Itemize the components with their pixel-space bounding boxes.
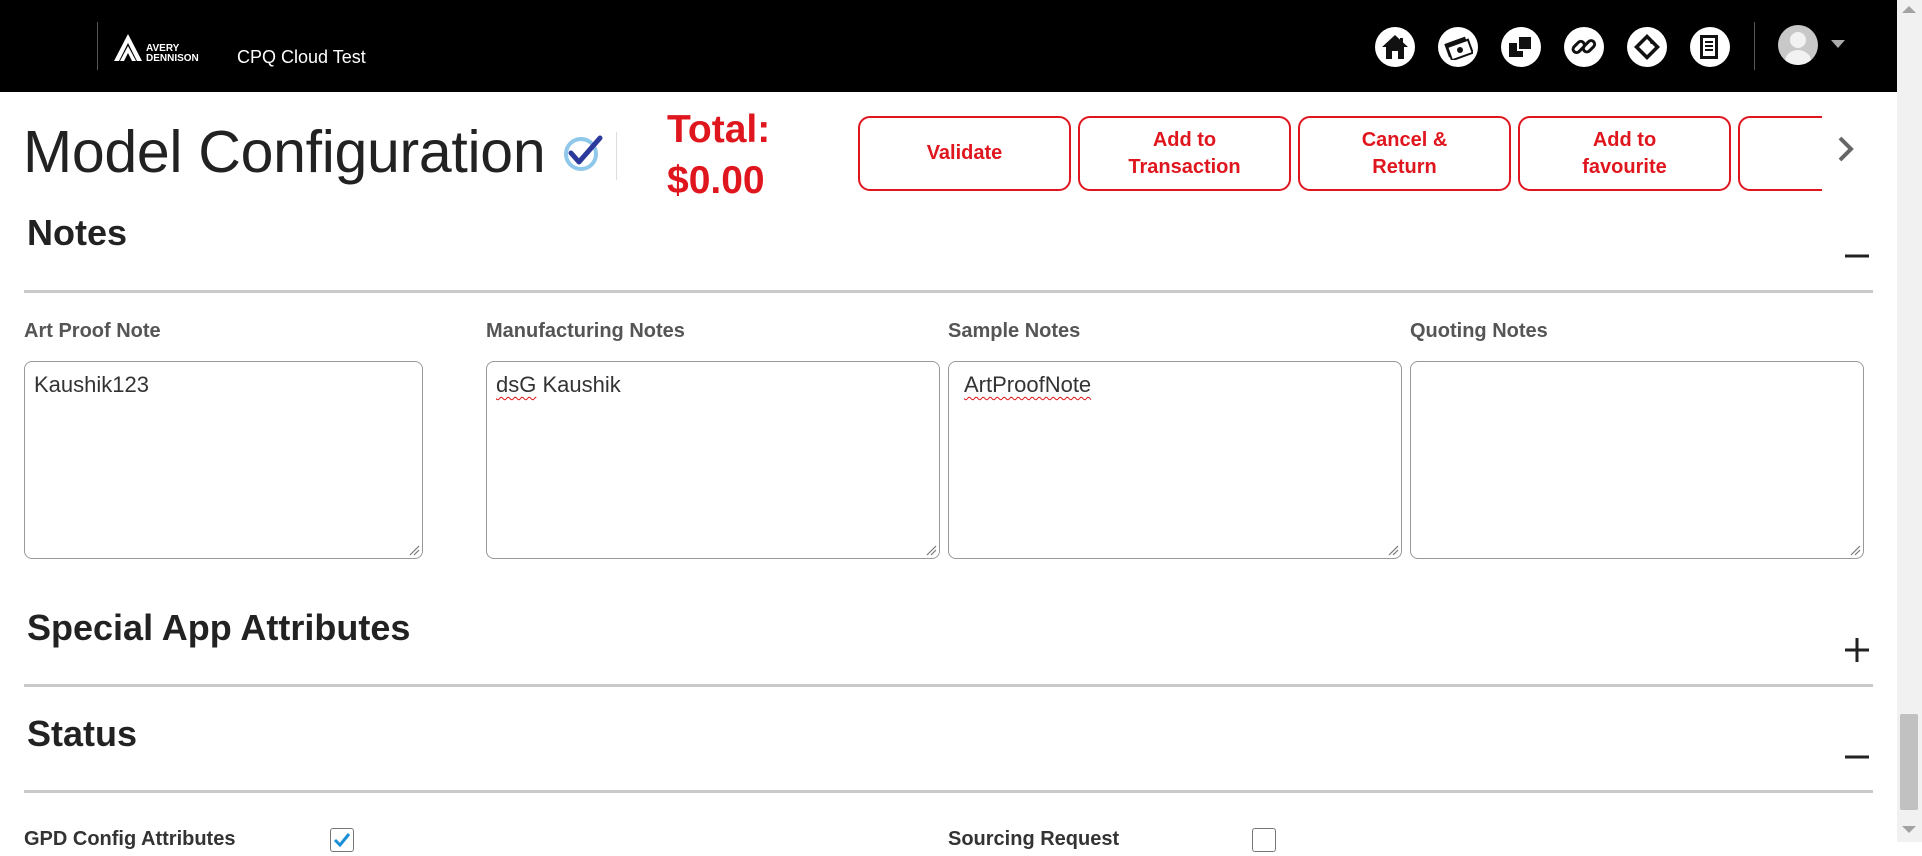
expand-icon[interactable] bbox=[1843, 636, 1871, 664]
quoting-notes-label: Quoting Notes bbox=[1410, 320, 1548, 342]
notes-section-title[interactable]: Notes bbox=[27, 212, 127, 254]
validated-check-icon bbox=[562, 132, 604, 172]
gpd-config-attributes-label: GPD Config Attributes bbox=[24, 828, 236, 850]
home-icon[interactable] bbox=[1375, 27, 1415, 67]
gpd-config-attributes-checkbox[interactable] bbox=[330, 828, 354, 852]
tag-icon[interactable] bbox=[1627, 27, 1667, 67]
section-divider bbox=[24, 684, 1873, 687]
caret-down-icon[interactable] bbox=[1831, 40, 1845, 48]
total-value: $0.00 bbox=[667, 159, 765, 202]
chevron-right-icon[interactable] bbox=[1834, 132, 1858, 166]
sample-notes-textarea[interactable]: ArtProofNote bbox=[948, 361, 1402, 559]
quotes-icon[interactable] bbox=[1438, 27, 1478, 67]
page-title: Model Configuration bbox=[23, 119, 546, 185]
scroll-up-icon[interactable] bbox=[1902, 6, 1916, 13]
top-navigation-bar: AVERY DENNISON CPQ Cloud Test bbox=[0, 0, 1897, 92]
collapse-icon[interactable] bbox=[1843, 741, 1871, 769]
app-title: CPQ Cloud Test bbox=[237, 47, 366, 67]
resize-grip-icon[interactable] bbox=[1849, 544, 1861, 556]
add-to-favourite-button[interactable]: Add to favourite bbox=[1518, 116, 1731, 191]
documents-icon[interactable] bbox=[1690, 27, 1730, 67]
sourcing-request-label: Sourcing Request bbox=[948, 828, 1120, 850]
header-divider bbox=[97, 22, 98, 70]
sourcing-request-checkbox[interactable] bbox=[1252, 828, 1276, 852]
header-divider-right bbox=[1754, 22, 1755, 70]
avery-dennison-logo[interactable]: AVERY DENNISON bbox=[112, 30, 220, 66]
sample-notes-label: Sample Notes bbox=[948, 320, 1081, 342]
svg-text:DENNISON: DENNISON bbox=[146, 53, 199, 64]
cancel-and-return-button[interactable]: Cancel & Return bbox=[1298, 116, 1511, 191]
user-avatar[interactable] bbox=[1778, 25, 1818, 65]
quoting-notes-textarea[interactable] bbox=[1410, 361, 1864, 559]
resize-grip-icon[interactable] bbox=[408, 544, 420, 556]
total-price: Total: $0.00 bbox=[667, 104, 770, 206]
logo-mark-icon: AVERY DENNISON bbox=[114, 34, 199, 64]
title-divider bbox=[616, 132, 617, 180]
manufacturing-notes-textarea[interactable]: dsG Kaushik bbox=[486, 361, 940, 559]
section-divider bbox=[24, 790, 1873, 793]
total-label: Total: bbox=[667, 108, 771, 151]
resize-grip-icon[interactable] bbox=[1387, 544, 1399, 556]
resize-grip-icon[interactable] bbox=[925, 544, 937, 556]
partial-action-button[interactable]: PV bbox=[1738, 116, 1822, 191]
configure-icon[interactable] bbox=[1501, 27, 1541, 67]
user-icon bbox=[1785, 32, 1811, 65]
manufacturing-notes-label: Manufacturing Notes bbox=[486, 320, 685, 342]
special-app-attributes-title[interactable]: Special App Attributes bbox=[27, 607, 410, 649]
validate-button[interactable]: Validate bbox=[858, 116, 1071, 191]
section-divider bbox=[24, 290, 1873, 293]
scroll-down-icon[interactable] bbox=[1902, 826, 1916, 833]
checkmark-icon bbox=[333, 833, 351, 848]
links-icon[interactable] bbox=[1564, 27, 1604, 67]
add-to-transaction-button[interactable]: Add to Transaction bbox=[1078, 116, 1291, 191]
art-proof-note-textarea[interactable]: Kaushik123 bbox=[24, 361, 423, 559]
configuration-header: Model Configuration Total: $0.00 Validat… bbox=[0, 92, 1897, 204]
collapse-icon[interactable] bbox=[1843, 240, 1871, 268]
status-section-title[interactable]: Status bbox=[27, 713, 137, 755]
scrollbar-thumb[interactable] bbox=[1900, 714, 1918, 810]
art-proof-note-label: Art Proof Note bbox=[24, 320, 161, 342]
action-buttons-strip: Validate Add to Transaction Cancel & Retur… bbox=[852, 92, 1822, 204]
